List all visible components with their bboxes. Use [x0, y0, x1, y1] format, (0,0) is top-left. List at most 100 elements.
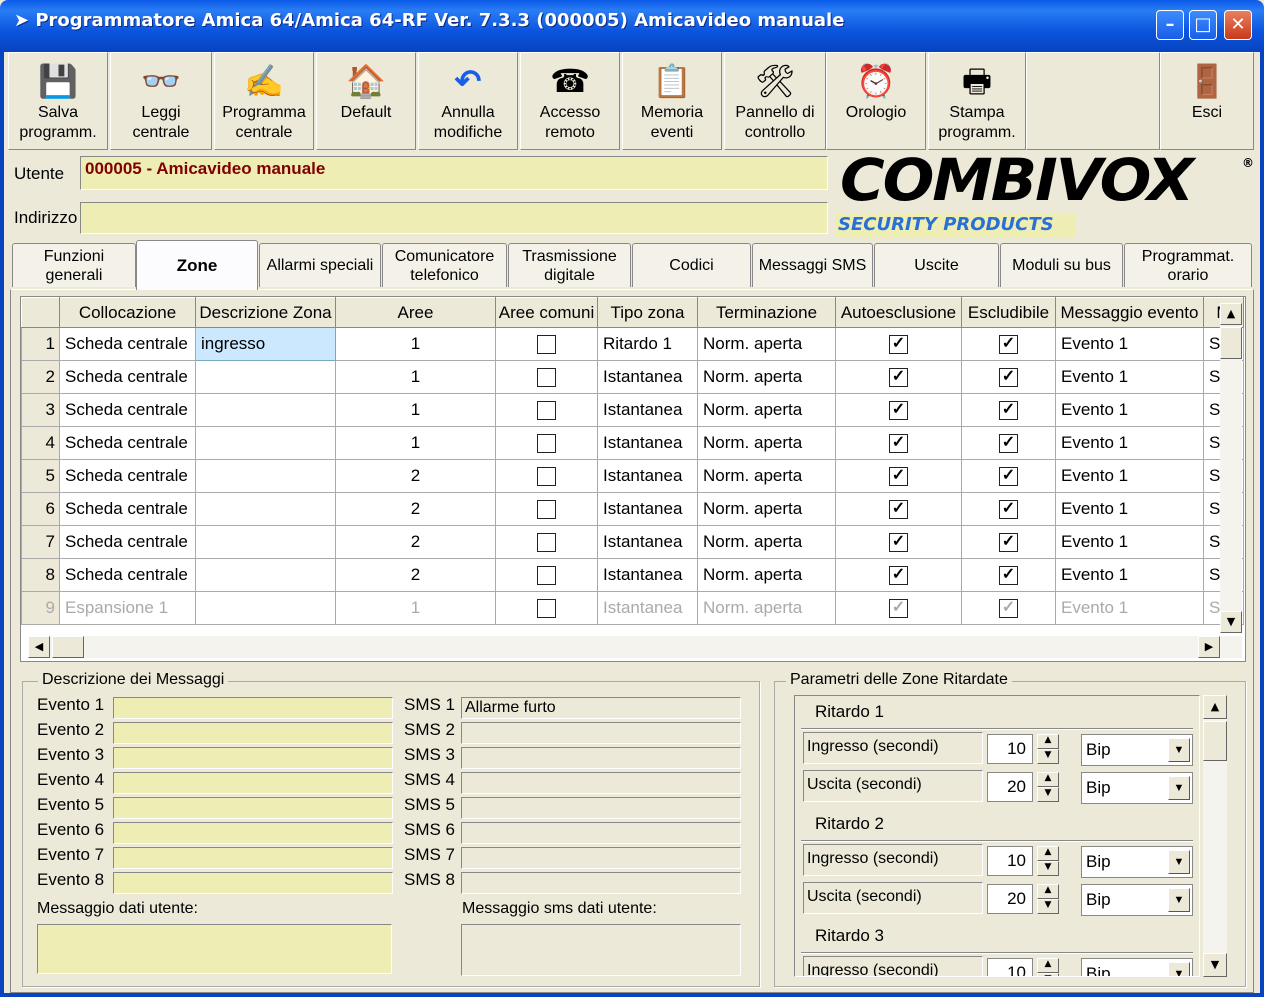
comuni-checkbox[interactable] [537, 368, 556, 387]
tab-funzioni[interactable]: Funzioni generali [12, 243, 136, 287]
title-bar[interactable]: ➤ Programmatore Amica 64/Amica 64-RF Ver… [0, 0, 1264, 52]
table-row[interactable]: 5 Scheda centrale 2 Istantanea Norm. aperta ✓… [21, 459, 1244, 493]
cell-escl[interactable]: ✓ [961, 426, 1056, 460]
comuni-checkbox[interactable] [537, 566, 556, 585]
auto-checkbox[interactable]: ✓ [889, 599, 908, 618]
column-header[interactable]: Messaggio evento [1055, 297, 1204, 328]
toolbar-button-leggi[interactable]: 👓 Leggi centrale [110, 52, 212, 150]
auto-checkbox[interactable]: ✓ [889, 533, 908, 552]
cell-aree[interactable]: 1 [335, 426, 496, 460]
column-header[interactable]: Autoesclusione [835, 297, 962, 328]
toolbar-button-pannello-di[interactable]: 🛠 Pannello di controllo [724, 52, 826, 150]
chevron-down-icon[interactable]: ▼ [1168, 888, 1190, 912]
toolbar-button-programma[interactable]: ✍ Programma centrale [214, 52, 314, 150]
cell-term[interactable]: Norm. aperta [697, 492, 836, 526]
scroll-up-icon[interactable]: ▲ [1220, 303, 1242, 325]
cell-desc[interactable] [195, 525, 336, 559]
sms-field-3[interactable] [461, 747, 741, 769]
user-sms-field[interactable] [461, 924, 741, 976]
cell-msg[interactable]: Evento 1 [1055, 591, 1204, 625]
toolbar-button-orologio[interactable]: ⏰ Orologio [826, 52, 926, 150]
table-row[interactable]: 1 Scheda centrale ingresso 1 Ritardo 1 Norm. … [21, 327, 1244, 361]
escl-checkbox[interactable]: ✓ [999, 500, 1018, 519]
chevron-down-icon[interactable]: ▼ [1168, 850, 1190, 874]
user-field[interactable]: 000005 - Amicavideo manuale [80, 156, 828, 190]
comuni-checkbox[interactable] [537, 467, 556, 486]
table-row[interactable]: 3 Scheda centrale 1 Istantanea Norm. aperta ✓… [21, 393, 1244, 427]
spin-down-icon[interactable]: ▼ [1037, 861, 1059, 876]
cell-desc[interactable] [195, 492, 336, 526]
cell-loc[interactable]: Scheda centrale [59, 459, 196, 493]
sms-field-7[interactable] [461, 847, 741, 869]
grid-hscrollbar[interactable]: ◀ ▶ [28, 636, 1242, 658]
column-header[interactable]: Escludibile [961, 297, 1056, 328]
cell-comuni[interactable] [495, 426, 598, 460]
chevron-down-icon[interactable]: ▼ [1168, 962, 1190, 976]
cell-auto[interactable]: ✓ [835, 360, 962, 394]
cell-tipo[interactable]: Istantanea [597, 591, 698, 625]
delay-spinner[interactable]: ▲▼ [1037, 846, 1059, 876]
delay-spinner[interactable]: ▲▼ [1037, 772, 1059, 802]
cell-desc[interactable] [195, 426, 336, 460]
comuni-checkbox[interactable] [537, 500, 556, 519]
comuni-checkbox[interactable] [537, 599, 556, 618]
escl-checkbox[interactable]: ✓ [999, 434, 1018, 453]
chevron-down-icon[interactable]: ▼ [1168, 776, 1190, 800]
cell-term[interactable]: Norm. aperta [697, 327, 836, 361]
spin-down-icon[interactable]: ▼ [1037, 973, 1059, 976]
table-row[interactable]: 8 Scheda centrale 2 Istantanea Norm. aperta ✓… [21, 558, 1244, 592]
cell-aree[interactable]: 2 [335, 525, 496, 559]
tab-codici[interactable]: Codici [632, 243, 751, 287]
cell-term[interactable]: Norm. aperta [697, 393, 836, 427]
cell-msg[interactable]: Evento 1 [1055, 492, 1204, 526]
toolbar-button-esci[interactable]: 🚪 Esci [1160, 52, 1254, 150]
cell-term[interactable]: Norm. aperta [697, 426, 836, 460]
cell-loc[interactable]: Espansione 1 [59, 591, 196, 625]
cell-auto[interactable]: ✓ [835, 525, 962, 559]
event-field-5[interactable] [113, 797, 393, 819]
toolbar-button-salva[interactable]: 💾 Salva programm. [8, 52, 108, 150]
cell-aree[interactable]: 1 [335, 360, 496, 394]
cell-escl[interactable]: ✓ [961, 525, 1056, 559]
column-header[interactable]: Collocazione [59, 297, 196, 328]
cell-tipo[interactable]: Istantanea [597, 459, 698, 493]
cell-aree[interactable]: 1 [335, 327, 496, 361]
escl-checkbox[interactable]: ✓ [999, 599, 1018, 618]
event-field-6[interactable] [113, 822, 393, 844]
cell-tipo[interactable]: Ritardo 1 [597, 327, 698, 361]
cell-term[interactable]: Norm. aperta [697, 558, 836, 592]
delay-spinner[interactable]: ▲▼ [1037, 958, 1059, 976]
toolbar-button-annulla[interactable]: ↶ Annulla modifiche [418, 52, 518, 150]
cell-msg[interactable]: Evento 1 [1055, 327, 1204, 361]
auto-checkbox[interactable]: ✓ [889, 434, 908, 453]
cell-comuni[interactable] [495, 558, 598, 592]
cell-desc[interactable]: ingresso [195, 327, 336, 361]
cell-msg[interactable]: Evento 1 [1055, 360, 1204, 394]
grid-vscrollbar[interactable]: ▲ ▼ [1220, 303, 1242, 633]
cell-desc[interactable] [195, 393, 336, 427]
cell-comuni[interactable] [495, 492, 598, 526]
zones-grid[interactable]: Collocazione Descrizione Zona Aree Aree com… [20, 296, 1246, 662]
spin-up-icon[interactable]: ▲ [1037, 734, 1059, 749]
hscroll-thumb[interactable] [52, 636, 84, 658]
escl-checkbox[interactable]: ✓ [999, 467, 1018, 486]
delay-mode-select[interactable]: Bip ▼ [1081, 734, 1193, 766]
auto-checkbox[interactable]: ✓ [889, 368, 908, 387]
sms-field-1[interactable]: Allarme furto [461, 697, 741, 719]
tab-trasmissione[interactable]: Trasmissione digitale [508, 243, 631, 287]
cell-escl[interactable]: ✓ [961, 459, 1056, 493]
tab-comunicatore[interactable]: Comunicatore telefonico [382, 243, 507, 287]
cell-tipo[interactable]: Istantanea [597, 525, 698, 559]
escl-checkbox[interactable]: ✓ [999, 566, 1018, 585]
cell-tipo[interactable]: Istantanea [597, 492, 698, 526]
spin-down-icon[interactable]: ▼ [1037, 749, 1059, 764]
cell-auto[interactable]: ✓ [835, 426, 962, 460]
cell-escl[interactable]: ✓ [961, 492, 1056, 526]
delay-mode-select[interactable]: Bip ▼ [1081, 884, 1193, 916]
event-field-8[interactable] [113, 872, 393, 894]
delay-mode-select[interactable]: Bip ▼ [1081, 846, 1193, 878]
cell-comuni[interactable] [495, 459, 598, 493]
cell-desc[interactable] [195, 558, 336, 592]
delay-spinner[interactable]: ▲▼ [1037, 734, 1059, 764]
delay-spinner[interactable]: ▲▼ [1037, 884, 1059, 914]
